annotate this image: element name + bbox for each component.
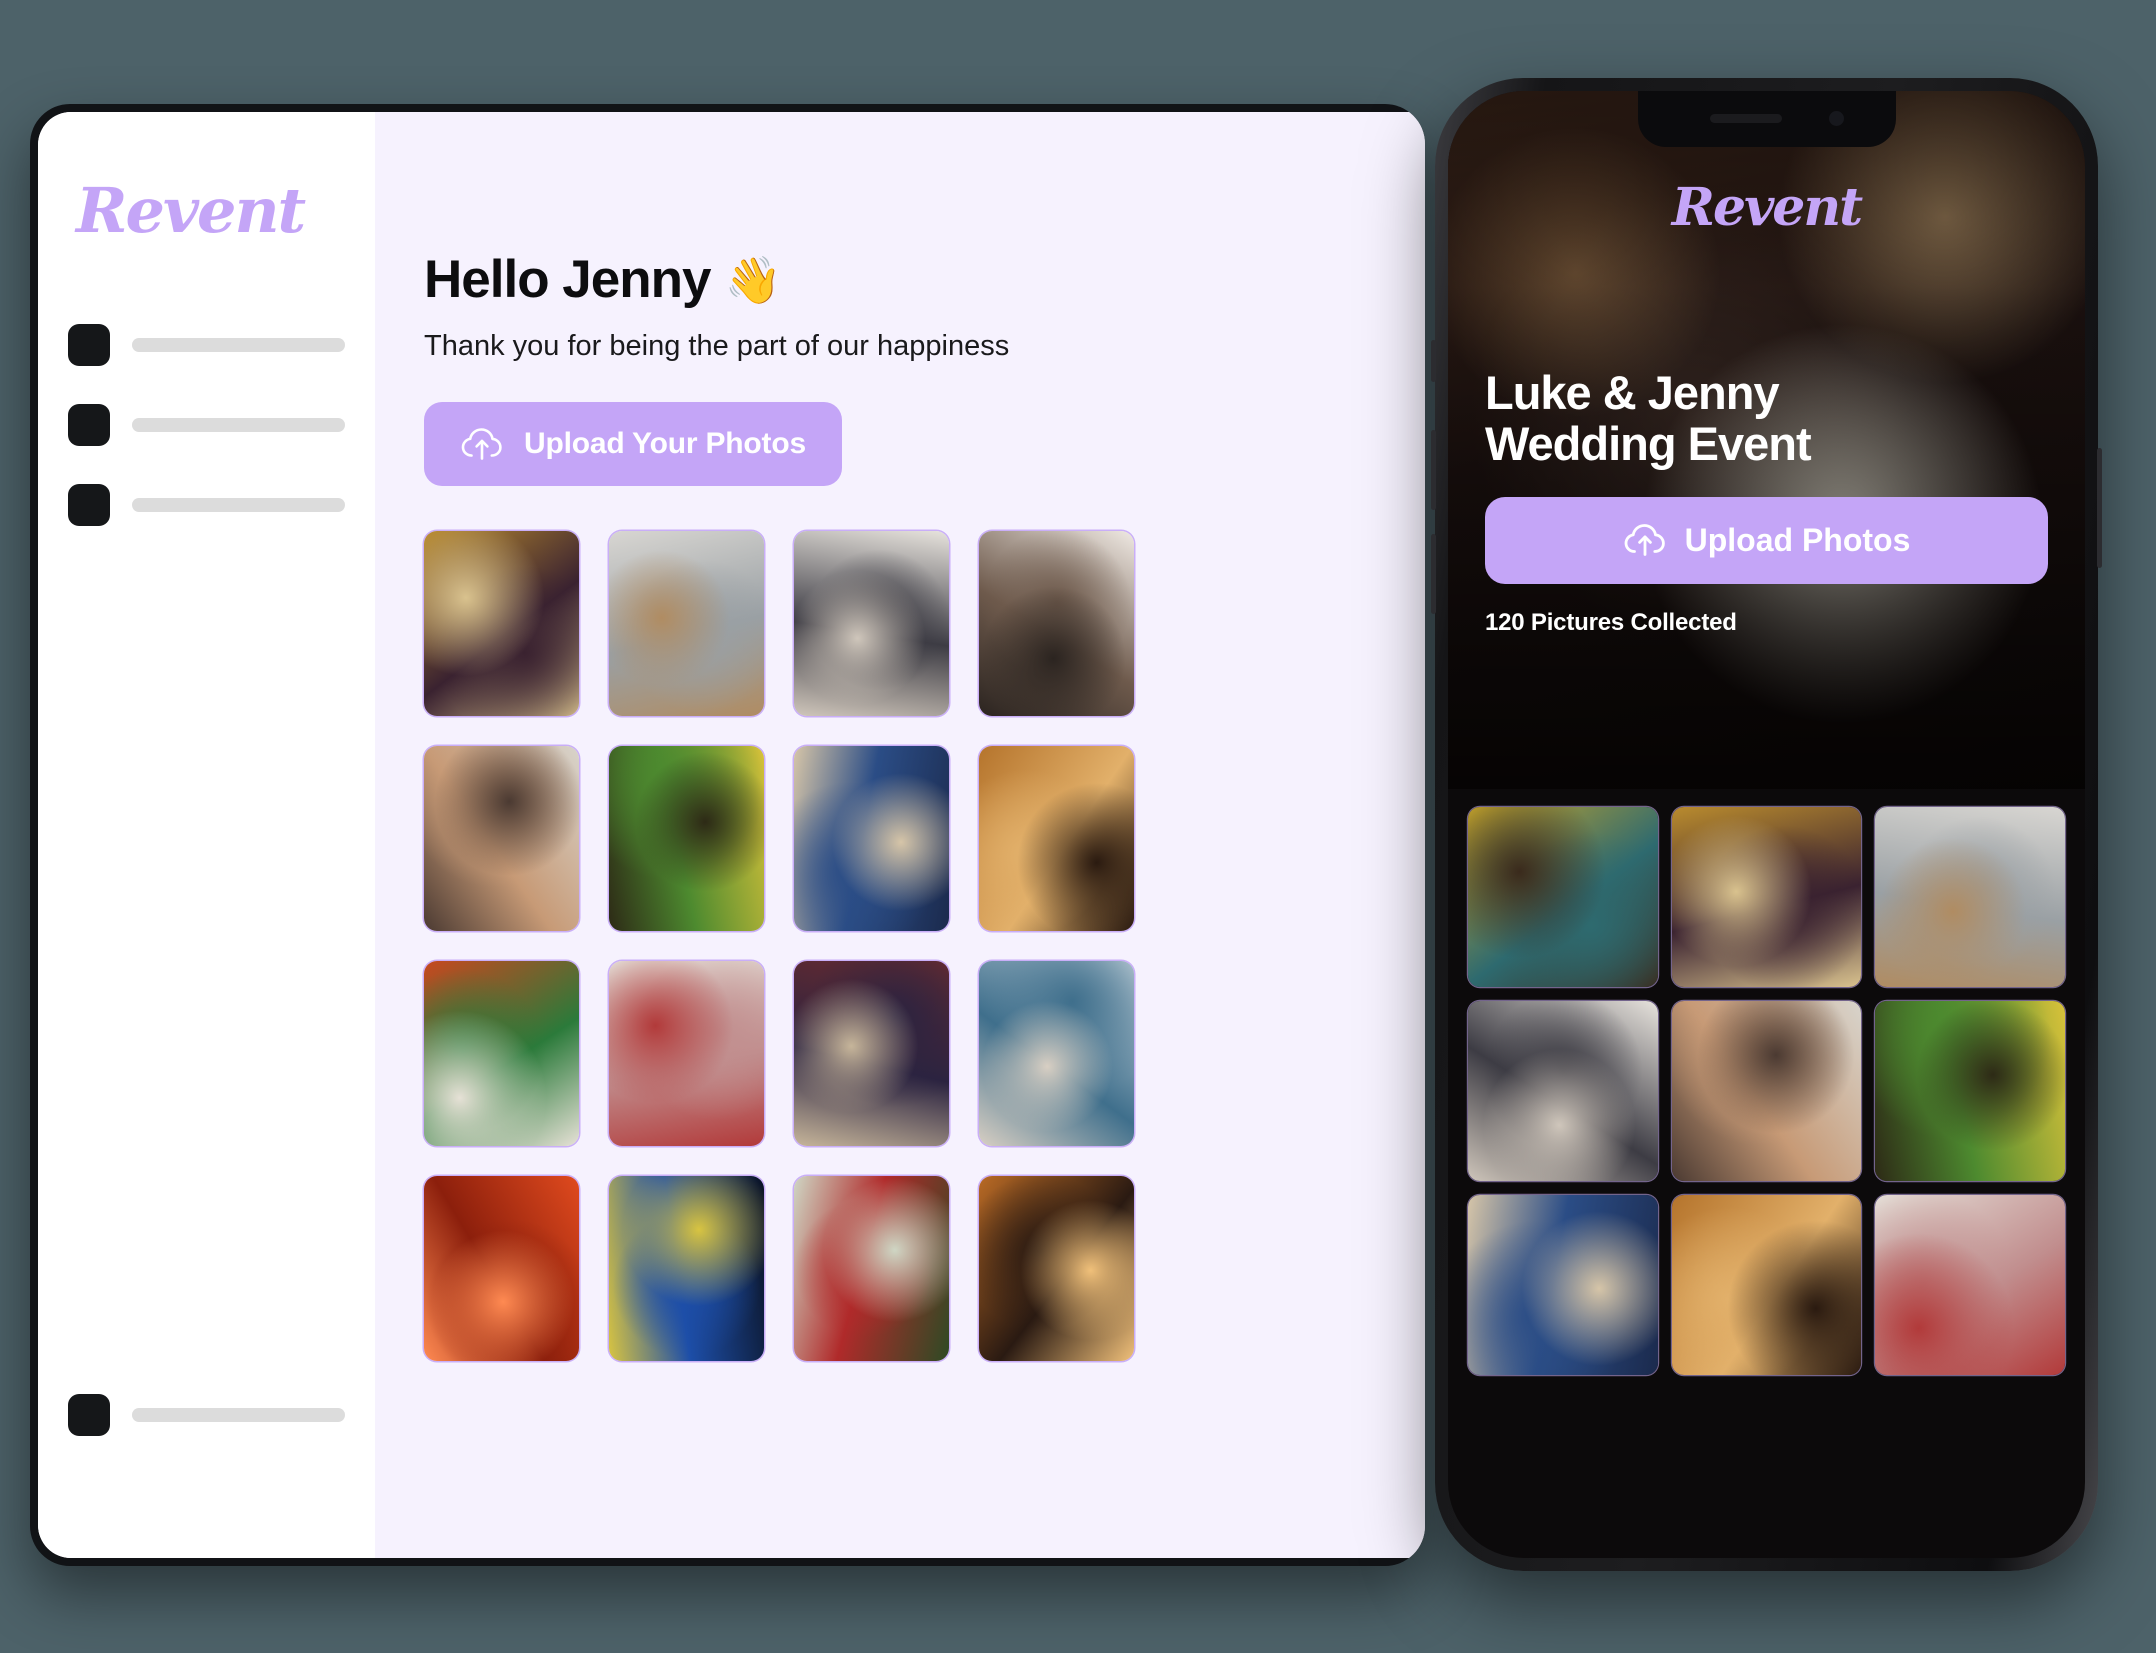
- phone-hero: Revent Luke & Jenny Wedding Event Upload…: [1448, 91, 2085, 789]
- photo-thumbnail[interactable]: [1875, 1195, 2065, 1375]
- photo-thumbnail[interactable]: [1468, 807, 1658, 987]
- upload-photos-button[interactable]: Upload Photos: [1485, 496, 2048, 584]
- main-content: Hello Jenny 👋 Thank you for being the pa…: [375, 112, 1425, 1558]
- phone-volume-up-button: [1431, 430, 1436, 510]
- photo-thumbnail[interactable]: [609, 960, 764, 1146]
- photo-thumbnail[interactable]: [1875, 807, 2065, 987]
- upload-photos-label: Upload Photos: [1684, 521, 1911, 558]
- sidebar-item-2[interactable]: [68, 404, 345, 446]
- photo-thumbnail[interactable]: [609, 745, 764, 931]
- photo-thumbnail[interactable]: [794, 1175, 949, 1361]
- photo-thumbnail[interactable]: [979, 1175, 1134, 1361]
- photo-thumbnail[interactable]: [424, 745, 579, 931]
- tablet-device-frame: Revent Hello Jenny 👋 Thank you for being…: [30, 104, 1425, 1566]
- photo-thumbnail[interactable]: [609, 1175, 764, 1361]
- brand-logo-tablet: Revent: [76, 174, 306, 247]
- photo-thumbnail[interactable]: [1671, 807, 1862, 987]
- event-title-line-2: Wedding Event: [1485, 416, 1812, 470]
- photo-thumbnail[interactable]: [794, 745, 949, 931]
- photo-thumbnail[interactable]: [1671, 1195, 1862, 1375]
- event-title: Luke & Jenny Wedding Event: [1485, 366, 2048, 470]
- photo-thumbnail[interactable]: [1468, 1195, 1658, 1375]
- phone-volume-down-button: [1431, 534, 1436, 614]
- cloud-upload-icon: [460, 427, 504, 461]
- sidebar: Revent: [38, 112, 375, 1558]
- photo-grid-phone: [1448, 789, 2085, 1375]
- hero-content: Revent Luke & Jenny Wedding Event Upload…: [1448, 91, 2085, 637]
- sidebar-item-3[interactable]: [68, 484, 345, 526]
- upload-your-photos-label: Upload Your Photos: [524, 426, 806, 460]
- sidebar-item-1-icon: [68, 324, 110, 366]
- photo-thumbnail[interactable]: [1671, 1001, 1862, 1181]
- cloud-upload-icon: [1623, 523, 1667, 557]
- phone-notch: [1637, 91, 1896, 147]
- tablet-screen: Revent Hello Jenny 👋 Thank you for being…: [38, 112, 1425, 1558]
- greeting-text: Hello Jenny: [424, 250, 711, 309]
- sidebar-item-3-icon: [68, 484, 110, 526]
- phone-device-frame: Revent Luke & Jenny Wedding Event Upload…: [1431, 78, 2102, 1571]
- sidebar-item-2-label-placeholder: [132, 418, 345, 432]
- front-camera-icon: [1828, 111, 1844, 126]
- page-title: Hello Jenny 👋: [424, 252, 1425, 308]
- upload-your-photos-button[interactable]: Upload Your Photos: [424, 401, 842, 486]
- photo-thumbnail[interactable]: [424, 960, 579, 1146]
- sidebar-item-1[interactable]: [68, 324, 345, 366]
- photo-thumbnail[interactable]: [1468, 1001, 1658, 1181]
- photo-thumbnail[interactable]: [1875, 1001, 2065, 1181]
- photo-thumbnail[interactable]: [424, 1175, 579, 1361]
- photo-thumbnail[interactable]: [979, 960, 1134, 1146]
- sidebar-item-bottom-label-placeholder: [132, 1408, 345, 1422]
- earpiece-speaker-icon: [1709, 114, 1782, 123]
- waving-hand-icon: 👋: [724, 253, 781, 306]
- photo-thumbnail[interactable]: [794, 530, 949, 716]
- photo-thumbnail[interactable]: [979, 745, 1134, 931]
- phone-power-button: [2097, 448, 2102, 568]
- photo-thumbnail[interactable]: [794, 960, 949, 1146]
- sidebar-item-3-label-placeholder: [132, 498, 345, 512]
- sidebar-item-bottom-icon: [68, 1394, 110, 1436]
- sidebar-nav: [68, 324, 345, 526]
- photo-thumbnail[interactable]: [424, 530, 579, 716]
- sidebar-item-2-icon: [68, 404, 110, 446]
- screenshot-stage: Revent Hello Jenny 👋 Thank you for being…: [0, 0, 2156, 1653]
- sidebar-item-bottom[interactable]: [68, 1394, 345, 1436]
- photo-grid-tablet: [424, 530, 1425, 1361]
- pictures-collected-count: 120 Pictures Collected: [1485, 608, 1737, 636]
- phone-screen: Revent Luke & Jenny Wedding Event Upload…: [1448, 91, 2085, 1558]
- photo-thumbnail[interactable]: [609, 530, 764, 716]
- sidebar-item-1-label-placeholder: [132, 338, 345, 352]
- phone-silent-switch: [1431, 340, 1436, 382]
- photo-thumbnail[interactable]: [979, 530, 1134, 716]
- page-subtitle: Thank you for being the part of our happ…: [424, 329, 1010, 362]
- event-title-line-1: Luke & Jenny: [1485, 366, 1780, 419]
